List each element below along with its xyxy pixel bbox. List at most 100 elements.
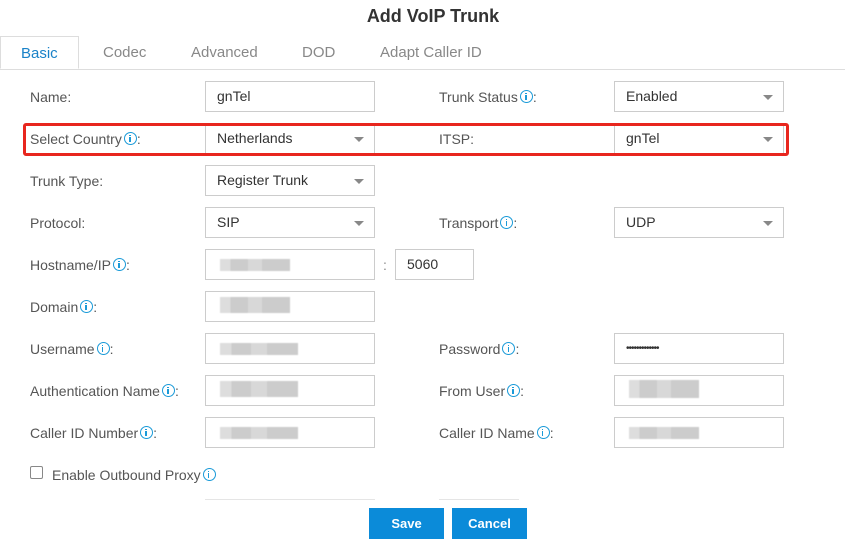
tab-bar: Basic Codec Advanced DOD Adapt Caller ID (0, 36, 845, 70)
colon: : (513, 215, 518, 231)
auth-name-label-text: Authentication Name (30, 383, 160, 399)
auth-name-label: Authentication Name: (30, 381, 179, 401)
from-user-label: From User: (439, 381, 524, 401)
trunk-status-label: Trunk Status: (439, 87, 537, 107)
chevron-down-icon (763, 95, 773, 100)
transport-select[interactable]: UDP (614, 207, 784, 238)
port-value: 5060 (407, 256, 439, 272)
name-value: gnTel (217, 88, 251, 104)
outbound-proxy-checkbox[interactable] (30, 466, 43, 479)
colon: : (549, 425, 554, 441)
info-icon[interactable] (123, 132, 137, 145)
protocol-select[interactable]: SIP (205, 207, 375, 238)
outbound-proxy-label-text: Enable Outbound Proxy (52, 467, 201, 483)
tab-codec[interactable]: Codec (103, 36, 146, 69)
transport-label: Transport: (439, 213, 517, 233)
itsp-label: ITSP: (439, 131, 475, 147)
divider (439, 499, 519, 500)
hostname-label-text: Hostname/IP (30, 257, 111, 273)
chevron-down-icon (763, 221, 773, 226)
itsp-value: gnTel (626, 130, 660, 146)
tab-adapt-caller-id[interactable]: Adapt Caller ID (380, 36, 482, 69)
protocol-label: Protocol: (30, 215, 86, 231)
transport-label-text: Transport (439, 215, 499, 231)
password-label: Password: (439, 339, 519, 359)
dialog-title: Add VoIP Trunk (366, 6, 500, 26)
colon: : (515, 341, 520, 357)
tab-advanced[interactable]: Advanced (191, 36, 258, 69)
hostname-input[interactable] (205, 249, 375, 280)
info-icon[interactable] (202, 468, 216, 481)
password-label-text: Password (439, 341, 501, 357)
chevron-down-icon (354, 137, 364, 142)
trunk-status-select[interactable]: Enabled (614, 81, 784, 112)
caller-id-name-input[interactable] (614, 417, 784, 448)
colon: : (125, 257, 130, 273)
info-icon[interactable] (96, 342, 110, 355)
info-icon[interactable] (161, 384, 175, 397)
from-user-label-text: From User (439, 383, 506, 399)
info-icon[interactable] (536, 426, 550, 439)
chevron-down-icon (354, 221, 364, 226)
cancel-button[interactable]: Cancel (452, 508, 527, 539)
colon: : (153, 425, 158, 441)
transport-value: UDP (626, 214, 656, 230)
port-separator: : (383, 257, 387, 273)
trunk-type-select[interactable]: Register Trunk (205, 165, 375, 196)
password-input[interactable]: ••••••••••••• (614, 333, 784, 364)
redacted-value (220, 343, 298, 355)
auth-name-input[interactable] (205, 375, 375, 406)
port-input[interactable]: 5060 (395, 249, 474, 280)
info-icon[interactable] (80, 300, 94, 313)
domain-label-text: Domain (30, 299, 79, 315)
info-icon[interactable] (502, 342, 516, 355)
caller-id-name-label: Caller ID Name: (439, 423, 554, 443)
tab-dod[interactable]: DOD (302, 36, 335, 69)
colon: : (532, 89, 537, 105)
select-country-label: Select Country: (30, 129, 141, 149)
outbound-proxy-label: Enable Outbound Proxy (52, 465, 216, 485)
name-label: Name: (30, 89, 72, 105)
caller-id-number-input[interactable] (205, 417, 375, 448)
trunk-type-value: Register Trunk (217, 172, 309, 188)
username-label: Username: (30, 339, 113, 359)
username-label-text: Username (30, 341, 95, 357)
colon: : (109, 341, 114, 357)
trunk-status-value: Enabled (626, 88, 678, 104)
info-icon[interactable] (112, 258, 126, 271)
colon: : (93, 299, 98, 315)
divider (205, 499, 375, 500)
redacted-value (629, 427, 699, 439)
username-input[interactable] (205, 333, 375, 364)
save-button[interactable]: Save (369, 508, 444, 539)
colon: : (136, 131, 141, 147)
info-icon[interactable] (519, 90, 533, 103)
info-icon[interactable] (140, 426, 154, 439)
select-country-select[interactable]: Netherlands (205, 123, 375, 154)
caller-id-number-label: Caller ID Number: (30, 423, 157, 443)
info-icon[interactable] (500, 216, 514, 229)
chevron-down-icon (763, 137, 773, 142)
chevron-down-icon (354, 179, 364, 184)
itsp-select[interactable]: gnTel (614, 123, 784, 154)
tab-basic[interactable]: Basic (0, 36, 79, 69)
redacted-value (220, 381, 298, 397)
info-icon[interactable] (507, 384, 521, 397)
domain-input[interactable] (205, 291, 375, 322)
hostname-label: Hostname/IP: (30, 255, 130, 275)
select-country-value: Netherlands (217, 130, 293, 146)
trunk-type-label: Trunk Type: (30, 173, 104, 189)
redacted-value (220, 259, 290, 271)
name-input[interactable]: gnTel (205, 81, 375, 112)
protocol-value: SIP (217, 214, 240, 230)
redacted-value (629, 380, 699, 398)
caller-id-number-label-text: Caller ID Number (30, 425, 139, 441)
from-user-input[interactable] (614, 375, 784, 406)
colon: : (520, 383, 525, 399)
trunk-status-label-text: Trunk Status (439, 89, 518, 105)
select-country-label-text: Select Country (30, 131, 122, 147)
colon: : (174, 383, 179, 399)
domain-label: Domain: (30, 297, 97, 317)
password-value: ••••••••••••• (626, 343, 660, 354)
caller-id-name-label-text: Caller ID Name (439, 425, 535, 441)
